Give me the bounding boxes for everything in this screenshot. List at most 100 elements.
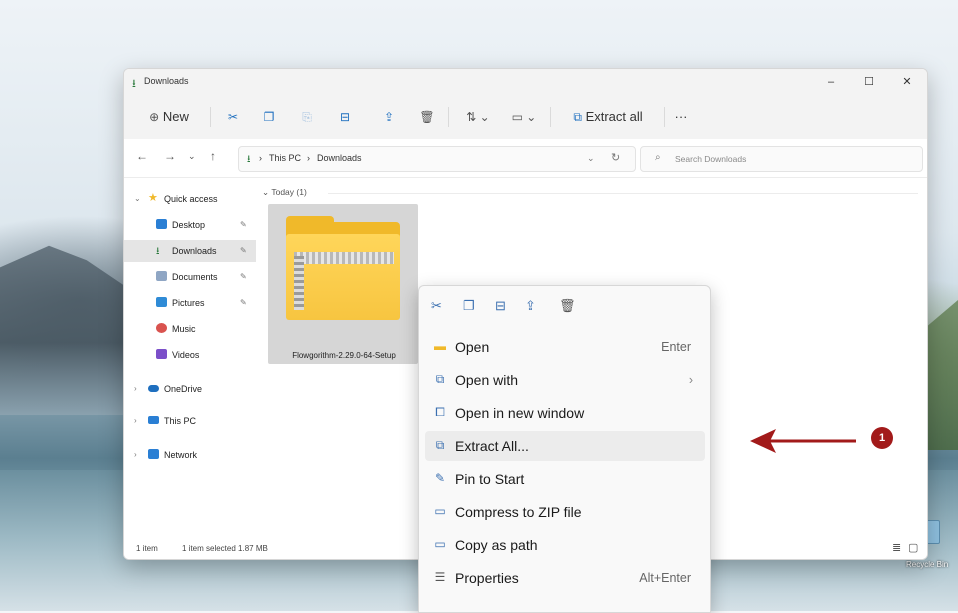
chevron-right-icon: › — [134, 384, 137, 393]
chevron-down-icon[interactable]: ⌄ — [587, 153, 595, 164]
download-icon: ⭳ — [247, 154, 251, 165]
pictures-icon — [156, 297, 167, 307]
cut-icon[interactable]: ✂ — [431, 298, 442, 314]
breadcrumb-downloads[interactable]: Downloads — [317, 153, 362, 163]
menu-item-label: Extract All... — [455, 438, 529, 454]
group-header-label: Today (1) — [271, 187, 307, 197]
forward-button[interactable]: → — [164, 149, 176, 163]
share-icon[interactable]: ⇪ — [525, 298, 536, 314]
menu-item-label: Compress to ZIP file — [455, 504, 582, 520]
sidebar-item-label: Documents — [172, 272, 218, 282]
sidebar-item-label: This PC — [164, 416, 197, 426]
back-button[interactable]: ← — [136, 149, 148, 163]
search-placeholder: Search Downloads — [675, 154, 747, 164]
pin-icon: ✎ — [240, 272, 247, 281]
pin-icon: ✎ — [434, 471, 446, 485]
cut-icon[interactable]: ✂ — [222, 106, 244, 128]
sidebar-item-desktop[interactable]: Desktop ✎ — [124, 214, 256, 236]
menu-item-label: Open in new window — [455, 405, 585, 421]
extract-all-button[interactable]: ⧉ Extract all — [560, 106, 656, 128]
menu-item-label: Open with — [455, 372, 519, 388]
videos-icon — [156, 349, 167, 359]
menu-item-properties[interactable]: ☰ Properties Alt+Enter — [425, 563, 705, 593]
minimize-button[interactable]: – — [816, 72, 846, 92]
group-header[interactable]: ⌄ Today (1) — [262, 187, 307, 198]
rename-icon[interactable]: ⊟ — [334, 106, 356, 128]
window-title: Downloads — [144, 76, 189, 86]
copy-path-icon: ▭ — [434, 537, 446, 551]
sidebar-item-label: Quick access — [164, 194, 218, 204]
menu-item-pin-to-start[interactable]: ✎ Pin to Start — [425, 464, 705, 494]
search-box[interactable]: ⌕ Search Downloads — [640, 146, 923, 172]
refresh-icon[interactable]: ↻ — [611, 151, 620, 164]
sidebar-item-this-pc[interactable]: › This PC — [124, 410, 256, 432]
address-bar[interactable]: ⭳ › This PC › Downloads ⌄ ↻ — [238, 146, 636, 172]
copy-icon[interactable]: ❐ — [258, 106, 280, 128]
recycle-bin-label: Recycle Bin — [906, 560, 949, 569]
sort-icon[interactable]: ⇅ ⌄ — [460, 106, 496, 128]
view-icon[interactable]: ▭ ⌄ — [506, 106, 542, 128]
delete-icon[interactable]: 🗑︎ — [559, 298, 576, 314]
star-icon: ★ — [148, 192, 158, 204]
extract-icon: ⧉ — [573, 110, 582, 124]
details-view-icon[interactable]: ≣ — [892, 541, 901, 554]
menu-item-open-with[interactable]: ⧉ Open with › — [425, 365, 705, 395]
breadcrumb-separator: › — [307, 153, 310, 163]
computer-icon — [148, 416, 159, 424]
sidebar-item-label: Pictures — [172, 298, 205, 308]
sidebar-item-videos[interactable]: Videos — [124, 344, 256, 366]
sidebar-item-network[interactable]: › Network — [124, 444, 256, 466]
sidebar-item-label: OneDrive — [164, 384, 203, 394]
up-button[interactable]: ↑ — [210, 149, 216, 163]
menu-item-compress-zip[interactable]: ▭ Compress to ZIP file — [425, 497, 705, 527]
navigation-pane: ⌄ ★ Quick access Desktop ✎ ⭳ Downloads ✎… — [124, 178, 259, 533]
sidebar-item-onedrive[interactable]: › OneDrive — [124, 378, 256, 400]
annotation-arrow — [750, 429, 856, 453]
music-icon — [156, 323, 167, 333]
toolbar-divider — [448, 107, 449, 127]
rename-icon[interactable]: ⊟ — [495, 298, 506, 314]
paste-icon[interactable]: ⎘ — [296, 106, 318, 128]
sidebar-item-downloads[interactable]: ⭳ Downloads ✎ — [124, 240, 256, 262]
documents-icon — [156, 271, 167, 281]
menu-item-label: Pin to Start — [455, 471, 525, 487]
menu-item-open-new-window[interactable]: ⧠ Open in new window — [425, 398, 705, 428]
sidebar-item-label: Downloads — [172, 246, 217, 256]
properties-icon: ☰ — [434, 570, 446, 584]
menu-item-copy-as-path[interactable]: ▭ Copy as path — [425, 530, 705, 560]
command-bar: ⊕ New ✂ ❐ ⎘ ⊟ ⇪ 🗑︎ ⇅ ⌄ ▭ ⌄ ⧉ Extract all… — [124, 95, 927, 140]
chevron-right-icon: › — [134, 416, 137, 425]
navigation-bar: ← → ⌄ ↑ ⭳ › This PC › Downloads ⌄ ↻ ⌕ Se… — [124, 139, 927, 178]
zipper-pull-icon — [294, 256, 304, 310]
new-button-label: New — [162, 109, 189, 124]
copy-icon[interactable]: ❐ — [463, 298, 475, 314]
network-icon — [148, 449, 159, 459]
menu-item-extract-all[interactable]: ⧉ Extract All... — [425, 431, 705, 461]
sidebar-item-music[interactable]: Music — [124, 318, 256, 340]
more-options-button[interactable]: ··· — [670, 106, 692, 128]
menu-item-label: Properties — [455, 570, 519, 586]
sidebar-item-pictures[interactable]: Pictures ✎ — [124, 292, 256, 314]
tiles-view-icon[interactable]: ▢ — [908, 541, 918, 554]
menu-item-open[interactable]: ▬ Open Enter — [425, 332, 705, 362]
sidebar-item-label: Videos — [172, 350, 200, 360]
share-icon[interactable]: ⇪ — [378, 106, 400, 128]
breadcrumb-this-pc[interactable]: This PC — [269, 153, 301, 163]
close-button[interactable]: ✕ — [892, 72, 922, 92]
new-button[interactable]: ⊕ New — [136, 106, 202, 128]
annotation-badge: 1 — [871, 427, 893, 449]
recent-locations-button[interactable]: ⌄ — [188, 151, 196, 162]
context-menu-quick-actions: ✂ ❐ ⊟ ⇪ 🗑︎ — [419, 286, 710, 326]
file-item-selected[interactable]: Flowgorithm-2.29.0-64-Setup — [268, 204, 418, 364]
title-bar: ⭳ Downloads – ☐ ✕ — [124, 69, 927, 95]
file-name: Flowgorithm-2.29.0-64-Setup — [292, 351, 396, 360]
sidebar-item-quick-access[interactable]: ⌄ ★ Quick access — [124, 188, 256, 210]
delete-icon[interactable]: 🗑︎ — [416, 106, 438, 128]
cloud-icon — [148, 385, 159, 392]
breadcrumb-separator: › — [259, 153, 262, 163]
maximize-button[interactable]: ☐ — [854, 72, 884, 92]
pin-icon: ✎ — [240, 220, 247, 229]
zip-icon: ▭ — [434, 504, 446, 518]
menu-item-shortcut: Enter — [661, 340, 691, 354]
sidebar-item-documents[interactable]: Documents ✎ — [124, 266, 256, 288]
